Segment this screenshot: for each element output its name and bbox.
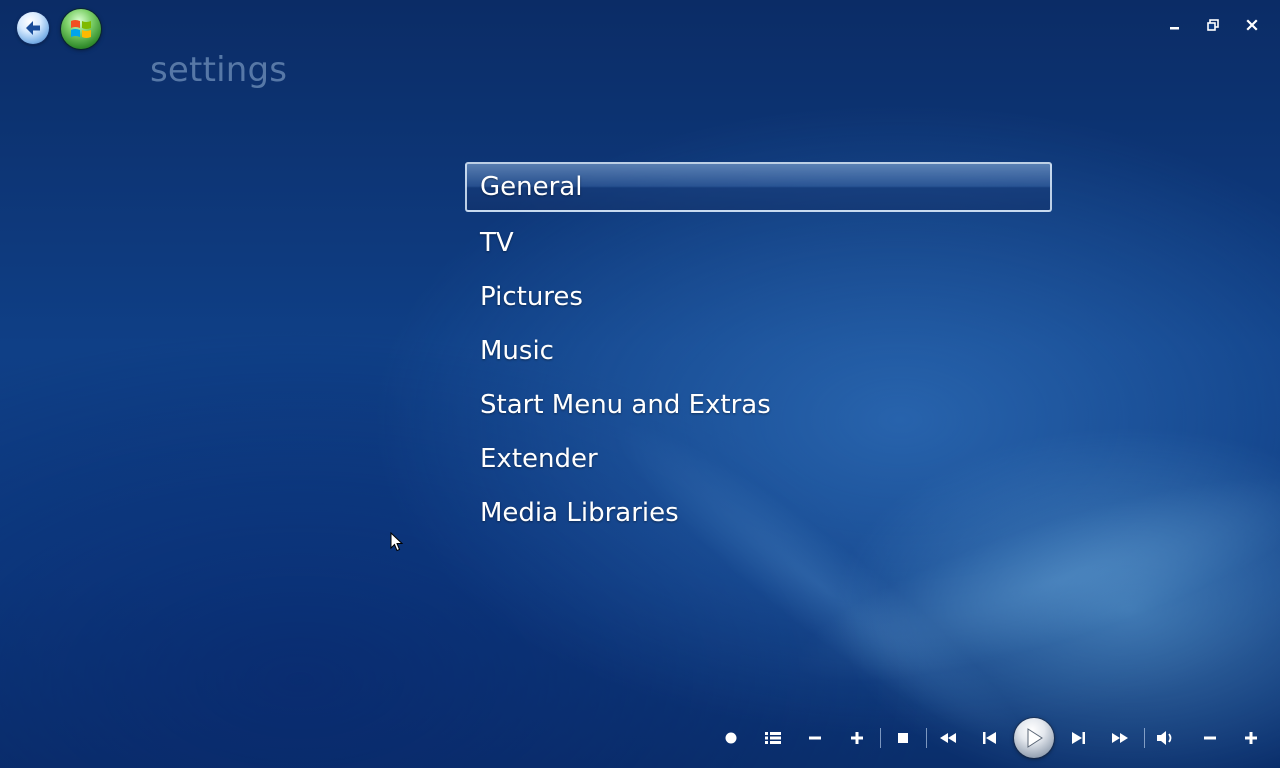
mute-button[interactable] [1156,728,1176,748]
rewind-button[interactable] [938,728,958,748]
separator [926,728,927,748]
fast-forward-button[interactable] [1110,728,1130,748]
restore-icon [1207,19,1219,31]
stop-icon [898,733,908,743]
record-icon [725,732,737,744]
menu-item-tv[interactable]: TV [465,216,1052,270]
volume-down-button[interactable] [1200,728,1220,748]
menu-item-label: Music [480,336,554,366]
fast-forward-icon [1112,733,1128,743]
previous-icon [983,732,996,744]
previous-button[interactable] [980,728,1000,748]
channel-up-button[interactable] [847,728,867,748]
back-button[interactable] [17,12,49,44]
menu-item-general[interactable]: General [465,162,1052,212]
next-icon [1072,732,1085,744]
mouse-pointer-icon [390,532,404,552]
rewind-icon [940,733,956,743]
volume-up-icon [1245,732,1257,744]
channel-down-button[interactable] [805,728,825,748]
mute-volume-icon [1157,731,1172,745]
minimize-button[interactable] [1164,14,1186,36]
channel-down-icon [809,736,821,740]
settings-menu: General TV Pictures Music Start Menu and… [465,162,1052,540]
back-arrow-icon [26,21,40,35]
play-icon [1027,728,1043,748]
start-button[interactable] [61,9,101,49]
menu-item-label: Extender [480,444,598,474]
channel-up-icon [851,732,863,744]
menu-item-label: Media Libraries [480,498,679,528]
menu-item-label: General [480,172,583,202]
menu-item-label: Pictures [480,282,583,312]
guide-button[interactable] [763,728,783,748]
close-icon [1246,19,1258,31]
restore-button[interactable] [1202,14,1224,36]
menu-item-music[interactable]: Music [465,324,1052,378]
stop-button[interactable] [893,728,913,748]
separator [1144,728,1145,748]
menu-item-start-menu-and-extras[interactable]: Start Menu and Extras [465,378,1052,432]
menu-item-label: Start Menu and Extras [480,390,771,420]
close-button[interactable] [1241,14,1263,36]
separator [880,728,881,748]
menu-item-media-libraries[interactable]: Media Libraries [465,486,1052,540]
record-button[interactable] [721,728,741,748]
play-button[interactable] [1014,718,1054,758]
page-title: settings [150,50,288,90]
guide-list-icon [765,732,781,744]
menu-item-label: TV [480,228,514,258]
next-button[interactable] [1068,728,1088,748]
minimize-icon [1170,27,1179,30]
menu-item-extender[interactable]: Extender [465,432,1052,486]
transport-controls [715,716,1270,760]
volume-down-icon [1204,736,1216,740]
windows-logo-icon [71,20,91,38]
menu-item-pictures[interactable]: Pictures [465,270,1052,324]
volume-up-button[interactable] [1241,728,1261,748]
